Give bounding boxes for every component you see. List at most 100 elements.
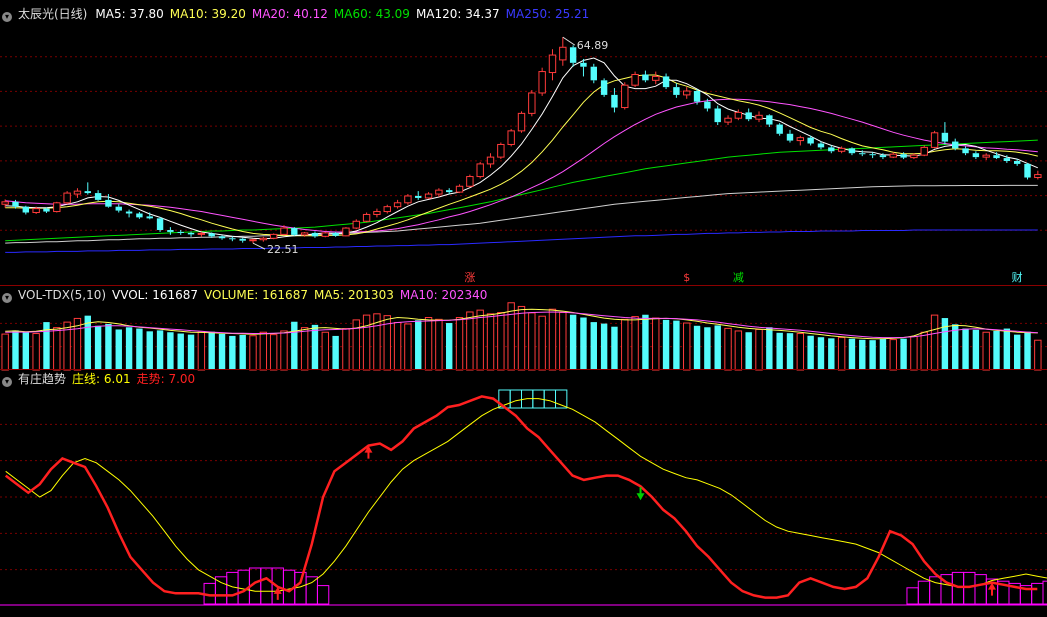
panel-divider-1	[0, 285, 1047, 286]
candle-body	[53, 202, 61, 213]
candle-body	[446, 190, 453, 193]
indicator-panel-title: 有庄趋势	[18, 372, 67, 386]
candle-body	[167, 230, 174, 232]
candle-body	[652, 75, 660, 81]
candle-body	[993, 155, 1000, 159]
volume-bar	[291, 321, 298, 370]
candle-body	[383, 206, 391, 213]
candle-body	[218, 236, 226, 239]
candle-body	[734, 111, 743, 119]
low-zone-box	[974, 574, 987, 605]
volume-bar	[167, 332, 174, 370]
candle-body	[538, 71, 546, 94]
volume-bar	[1003, 328, 1011, 370]
ma-legend-item-4: MA120: 34.37	[415, 7, 500, 21]
volume-bar	[32, 333, 40, 371]
candle-body	[311, 232, 319, 237]
collapse-circle-icon[interactable]: ▾	[2, 12, 12, 22]
high-price-label: 64.89	[577, 39, 609, 52]
volume-bar	[910, 335, 918, 371]
candle-body	[269, 233, 278, 239]
candle-body	[920, 146, 928, 156]
candle-body	[755, 114, 763, 120]
candle-body	[1013, 160, 1021, 164]
low-zone-box	[1031, 582, 1044, 605]
volume-bar	[280, 330, 288, 371]
volume-bar	[869, 340, 876, 370]
volume-bar	[590, 322, 597, 370]
candle-body	[435, 189, 443, 195]
candle-body	[125, 211, 133, 214]
candle-body	[673, 87, 680, 95]
candle-body	[486, 156, 495, 165]
collapse-circle-icon[interactable]: ▾	[2, 377, 12, 387]
volume-bar	[580, 317, 587, 370]
candle-body	[197, 232, 206, 235]
candle-body	[683, 90, 691, 96]
candle-body	[332, 232, 339, 236]
volume-bar	[218, 333, 226, 370]
volume-bar	[393, 321, 402, 371]
volume-bar	[146, 331, 153, 370]
volume-bar	[600, 323, 608, 370]
chart-canvas[interactable]: 64.89 22.51 涨 $ 减 财	[0, 0, 1047, 617]
volume-panel-title: VOL-TDX(5,10)	[18, 288, 107, 302]
volume-bar	[859, 339, 866, 370]
collapse-circle-icon[interactable]: ▾	[2, 293, 12, 303]
volume-bar	[828, 338, 835, 370]
candle-body	[1024, 163, 1031, 178]
volume-bar	[693, 325, 701, 370]
candle-body	[476, 163, 484, 178]
candle-body	[559, 46, 567, 61]
candle-body	[848, 148, 856, 154]
candle-body	[837, 147, 846, 152]
candle-body	[642, 74, 649, 81]
vol-legend-item-2: MA5: 201303	[313, 288, 394, 302]
candle-body	[600, 80, 608, 95]
low-zone-box	[260, 567, 273, 605]
candle-body	[859, 153, 866, 155]
volume-bar	[548, 308, 557, 371]
volume-bar	[125, 327, 133, 370]
candle-body	[404, 195, 412, 204]
volume-panel-header: ▾ VOL-TDX(5,10) VVOL: 161687 VOLUME: 161687…	[0, 287, 499, 303]
volume-bar	[652, 317, 660, 371]
low-zone-box	[906, 587, 919, 605]
volume-bar	[611, 326, 618, 370]
low-zone-box	[1042, 580, 1047, 605]
candle-body	[828, 147, 835, 152]
volume-bar	[342, 328, 350, 371]
ma5-line	[5, 57, 1038, 240]
low-zone-box	[316, 585, 330, 605]
candle-body	[662, 76, 670, 88]
candle-body	[393, 202, 402, 208]
candle-body	[745, 112, 752, 120]
volume-bar	[187, 334, 195, 370]
volume-bar	[930, 314, 939, 371]
volume-bar	[507, 302, 515, 371]
event-marker: 减	[733, 271, 744, 284]
volume-bar	[197, 331, 206, 371]
ma-legend-item-2: MA20: 40.12	[251, 7, 328, 21]
ma-legend-item-1: MA10: 39.20	[169, 7, 246, 21]
candle-body	[291, 228, 298, 235]
candle-body	[548, 54, 557, 74]
indicator-legend-item-1: 走势: 7.00	[136, 372, 196, 386]
volume-bar	[962, 328, 969, 370]
volume-bar	[889, 339, 897, 371]
candle-body	[239, 238, 246, 241]
candle-body	[32, 208, 40, 214]
candle-body	[249, 239, 257, 242]
price-panel-title: 太辰光(日线)	[18, 7, 88, 21]
volume-bar	[900, 338, 907, 370]
indicator-legend-item-0: 庄线: 6.01	[72, 372, 131, 386]
volume-bar	[517, 305, 526, 371]
candle-body	[115, 206, 122, 211]
volume-bar	[321, 331, 329, 371]
panel-divider-2	[0, 369, 1047, 370]
volume-bar	[177, 333, 184, 370]
volume-bar	[631, 316, 639, 371]
candle-body	[930, 132, 939, 148]
volume-bar	[53, 327, 61, 371]
candle-body	[229, 238, 236, 240]
